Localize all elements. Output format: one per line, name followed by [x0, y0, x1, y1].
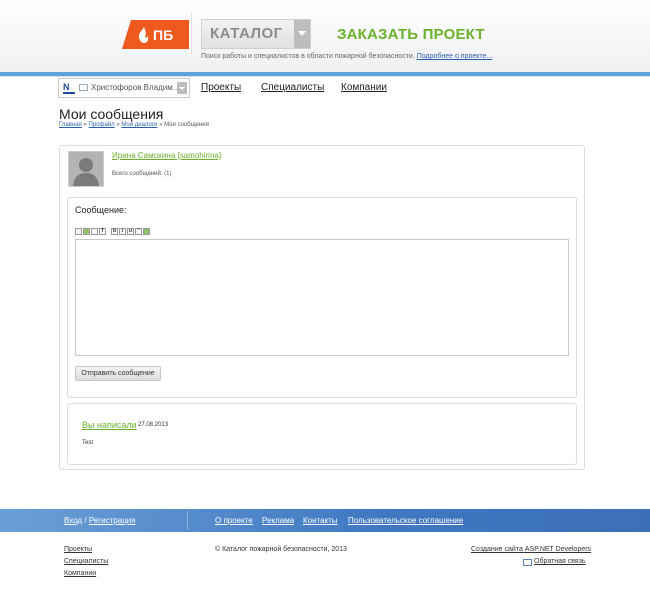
footer-auth: Вход / Регистрация [64, 516, 136, 525]
site-logo[interactable]: ПБ [122, 20, 190, 49]
register-link[interactable]: Регистрация [89, 516, 136, 525]
table-icon[interactable] [143, 228, 150, 235]
message-date: 27.08.2013 [138, 422, 169, 428]
message-history [67, 403, 577, 465]
aspnet-logo-icon: N [63, 82, 75, 94]
header-divider-light [0, 76, 650, 77]
avatar[interactable] [68, 151, 104, 187]
page-title: Мои сообщения [59, 106, 164, 122]
tagline-text: Поиск работы и специалистов в области по… [201, 53, 415, 60]
footer-about-link[interactable]: О проекте [215, 516, 253, 525]
italic-icon[interactable]: i [119, 228, 126, 235]
user-menu[interactable]: N Христофоров Владим... [58, 78, 190, 98]
feedback-link[interactable]: Обратная связь [534, 558, 586, 565]
header [0, 0, 650, 72]
footer-contacts-link[interactable]: Контакты [303, 516, 338, 525]
nav-companies[interactable]: Компании [341, 82, 387, 93]
developer-link[interactable]: Создание сайта ASP.NET Developers [471, 546, 591, 553]
catalog-dropdown[interactable]: КАТАЛОГ [201, 19, 311, 49]
breadcrumb-profile[interactable]: Профайл [89, 122, 115, 128]
tagline: Поиск работы и специалистов в области по… [201, 53, 492, 60]
chevron-down-icon [177, 82, 187, 94]
image-icon[interactable] [83, 228, 90, 235]
footer-ads-link[interactable]: Реклама [262, 516, 294, 525]
breadcrumb-current: Мои сообщения [164, 122, 209, 128]
underline-icon[interactable]: u [127, 228, 134, 235]
breadcrumb-home[interactable]: Главная [59, 122, 82, 128]
mail-icon [523, 559, 532, 566]
footer-projects-link[interactable]: Проекты [64, 546, 92, 553]
compose-label: Сообщение: [75, 205, 127, 215]
auth-separator: / [84, 516, 87, 525]
about-project-link[interactable]: Подробнее о проекте... [417, 53, 493, 60]
chevron-down-icon [294, 20, 310, 48]
nav-specialists[interactable]: Специалисты [261, 82, 324, 93]
footer-separator [187, 511, 188, 530]
message-input[interactable] [75, 239, 569, 356]
send-message-button[interactable]: Отправить сообщение [75, 366, 161, 381]
breadcrumb-dialogs[interactable]: Мои диалоги [121, 122, 157, 128]
copyright: © Каталог пожарной безопасности, 2013 [215, 546, 347, 553]
mail-icon [79, 84, 88, 91]
footer-companies-link[interactable]: Компании [64, 570, 96, 577]
logo-separator [189, 12, 191, 58]
login-link[interactable]: Вход [64, 516, 82, 525]
quote-icon[interactable]: " [135, 228, 142, 235]
breadcrumb: Главная » Профайл » Мои диалоги » Мои со… [59, 122, 209, 128]
link-icon[interactable] [75, 228, 82, 235]
footer-agreement-link[interactable]: Пользовательское соглашение [348, 516, 463, 525]
order-project-link[interactable]: ЗАКАЗАТЬ ПРОЕКТ [337, 26, 485, 43]
nav-projects[interactable]: Проекты [201, 82, 241, 93]
message-author-link[interactable]: Вы написали [82, 420, 137, 430]
breadcrumb-separator: » [159, 122, 163, 128]
total-messages: Всего сообщений: (1) [112, 171, 172, 177]
message-text: Test [82, 440, 94, 446]
list-icon[interactable] [91, 228, 98, 235]
user-silhouette-icon [69, 152, 103, 186]
text-icon[interactable]: T [99, 228, 106, 235]
bold-icon[interactable]: b [111, 228, 118, 235]
catalog-label: КАТАЛОГ [210, 25, 283, 42]
breadcrumb-separator: » [83, 122, 87, 128]
breadcrumb-separator: » [116, 122, 120, 128]
svg-text:N: N [63, 82, 70, 92]
user-name: Христофоров Владим... [91, 83, 180, 92]
footer-specialists-link[interactable]: Специалисты [64, 558, 108, 565]
contact-name-link[interactable]: Ирина Самохина [samohirina] [112, 151, 221, 160]
logo-text: ПБ [153, 27, 173, 43]
